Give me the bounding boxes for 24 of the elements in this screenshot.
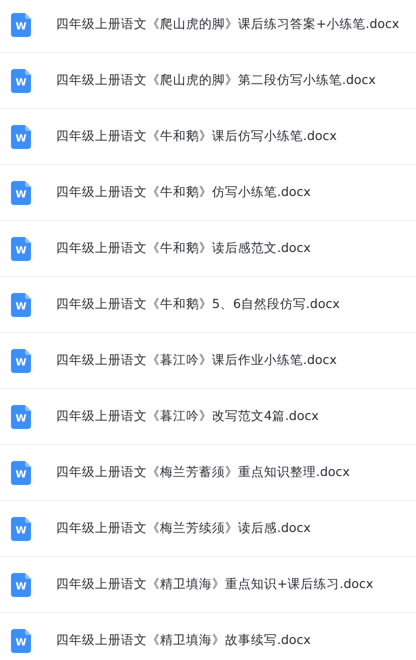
file-name[interactable]: 四年级上册语文《暮江吟》课后作业小练笔.docx bbox=[56, 352, 337, 369]
word-document-icon: W bbox=[11, 572, 31, 596]
word-document-icon: W bbox=[11, 292, 31, 316]
file-name[interactable]: 四年级上册语文《梅兰芳续须》读后感.docx bbox=[56, 520, 311, 537]
file-name[interactable]: 四年级上册语文《暮江吟》改写范文4篇.docx bbox=[56, 408, 319, 425]
word-document-icon: W bbox=[11, 460, 31, 484]
file-name[interactable]: 四年级上册语文《牛和鹅》读后感范文.docx bbox=[56, 240, 311, 257]
word-document-icon: W bbox=[11, 236, 31, 260]
word-document-icon: W bbox=[11, 12, 31, 36]
file-name[interactable]: 四年级上册语文《爬山虎的脚》第二段仿写小练笔.docx bbox=[56, 72, 376, 89]
file-name[interactable]: 四年级上册语文《爬山虎的脚》课后练习答案+小练笔.docx bbox=[56, 16, 400, 33]
file-name[interactable]: 四年级上册语文《牛和鹅》仿写小练笔.docx bbox=[56, 184, 311, 201]
word-document-icon: W bbox=[11, 348, 31, 372]
word-document-icon: W bbox=[11, 404, 31, 428]
file-name[interactable]: 四年级上册语文《精卫填海》重点知识+课后练习.docx bbox=[56, 576, 374, 593]
word-document-icon: W bbox=[11, 124, 31, 148]
file-name[interactable]: 四年级上册语文《精卫填海》故事续写.docx bbox=[56, 632, 311, 649]
word-document-icon: W bbox=[11, 68, 31, 92]
word-document-icon: W bbox=[11, 516, 31, 540]
file-name[interactable]: 四年级上册语文《牛和鹅》5、6自然段仿写.docx bbox=[56, 296, 340, 313]
word-document-icon: W bbox=[11, 628, 31, 652]
file-name[interactable]: 四年级上册语文《梅兰芳蓄须》重点知识整理.docx bbox=[56, 464, 350, 481]
file-name[interactable]: 四年级上册语文《牛和鹅》课后仿写小练笔.docx bbox=[56, 128, 337, 145]
word-document-icon: W bbox=[11, 180, 31, 204]
